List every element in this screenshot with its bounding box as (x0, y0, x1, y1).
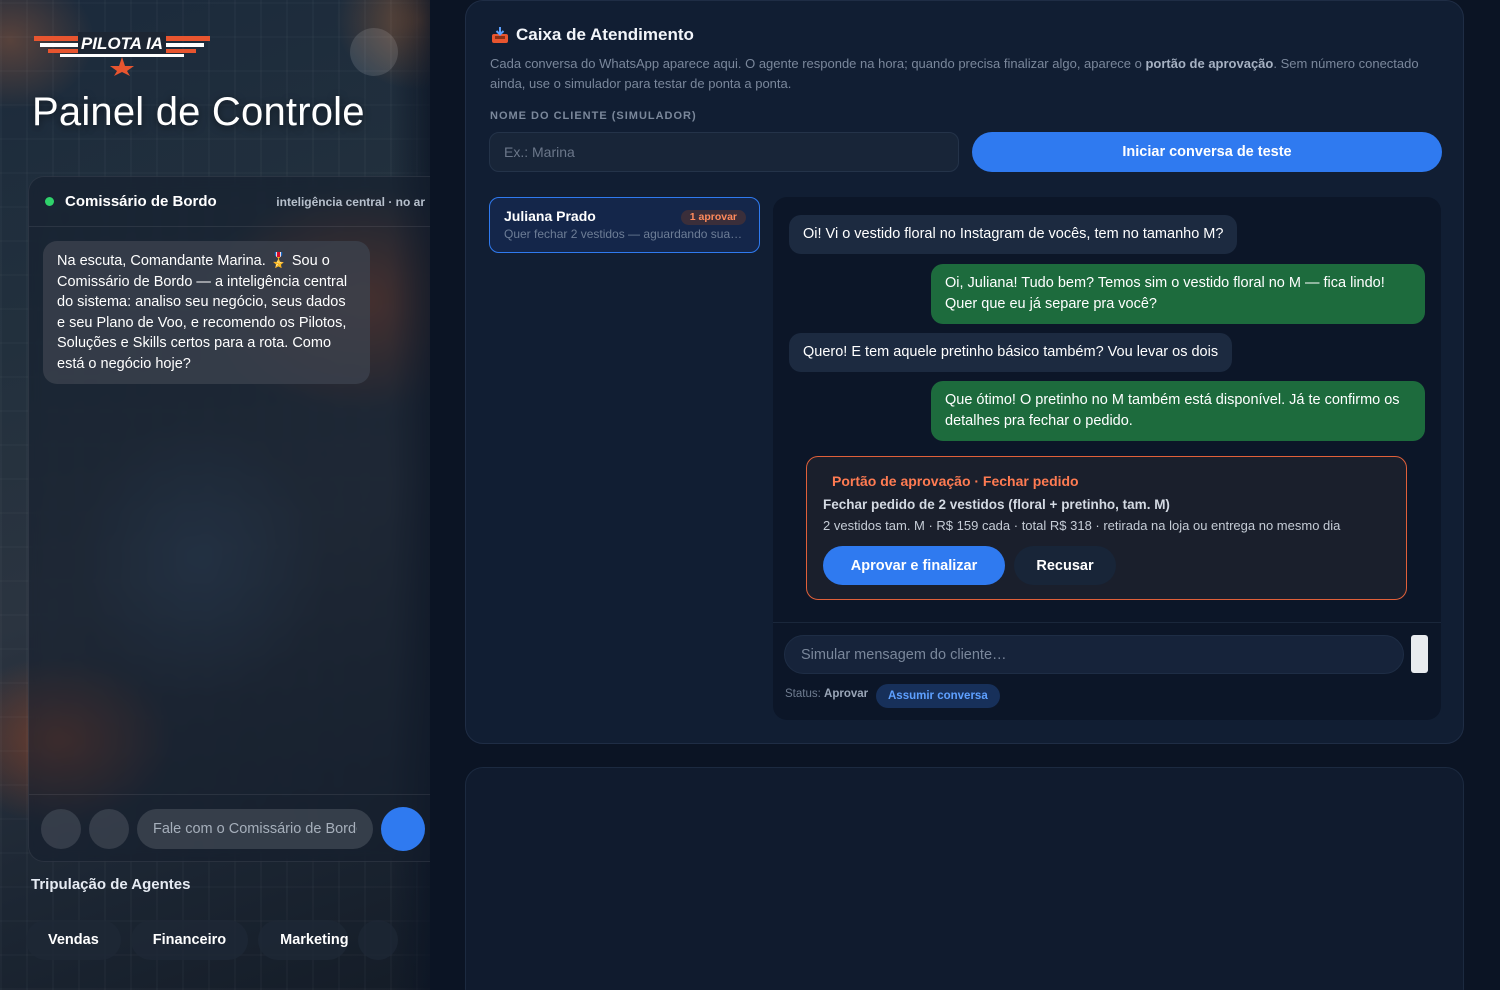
client-message: Oi! Vi o vestido floral no Instagram de … (789, 215, 1238, 254)
microphone-button[interactable] (89, 808, 129, 849)
crew-chips: Vendas Financeiro Marketing (26, 920, 399, 960)
pending-approval-badge: 1 aprovar (680, 210, 746, 225)
inbox-title: Caixa de Atendimento (516, 25, 694, 44)
take-over-button[interactable]: Assumir conversa (876, 684, 1000, 708)
online-status-dot (45, 197, 54, 206)
assistant-name: Comissário de Bordo (65, 193, 217, 210)
assistant-input[interactable] (137, 808, 373, 849)
approve-button[interactable]: Aprovar e finalizar (823, 546, 1005, 585)
conversation-status: Status: Aprovar (785, 688, 869, 700)
simulate-message-input[interactable] (784, 635, 1404, 674)
assistant-message: Na escuta, Comandante Marina. 🎖️ Sou o C… (43, 241, 370, 384)
page-title: Painel de Controle (32, 90, 365, 134)
client-name-input[interactable] (489, 132, 959, 172)
decorative-circle (350, 28, 398, 76)
approval-summary: Fechar pedido de 2 vestidos (floral + pr… (823, 497, 1170, 512)
conversation-item[interactable]: Juliana Prado 1 aprovar Quer fechar 2 ve… (489, 197, 760, 253)
client-message: Quero! E tem aquele pretinho básico tamb… (789, 333, 1233, 372)
agent-message: Que ótimo! O pretinho no M também está d… (931, 381, 1425, 441)
inbox-description: Cada conversa do WhatsApp aparece aqui. … (490, 56, 1419, 91)
assistant-send-button[interactable] (381, 806, 425, 851)
agent-message: Oi, Juliana! Tudo bem? Temos sim o vesti… (931, 264, 1425, 324)
approval-detail: 2 vestidos tam. M · R$ 159 cada · total … (823, 518, 1341, 533)
reject-button[interactable]: Recusar (1014, 546, 1116, 585)
approval-title: Portão de aprovação · Fechar pedido (832, 473, 1079, 489)
pilota-ia-logo: PILOTA IA (34, 32, 210, 76)
assistant-meta: inteligência central · no ar (276, 194, 425, 209)
crew-chip-financeiro[interactable]: Financeiro (130, 920, 249, 960)
approval-gate: Portão de aprovação · Fechar pedido Fech… (806, 456, 1407, 600)
crew-title: Tripulação de Agentes (31, 876, 191, 893)
crew-chip-vendas[interactable]: Vendas (26, 920, 121, 960)
inbox-card: Caixa de Atendimento Cada conversa do Wh… (465, 0, 1464, 744)
assistant-chat-card: Comissário de Bordo inteligência central… (28, 176, 430, 862)
svg-text:PILOTA IA: PILOTA IA (81, 34, 163, 53)
left-panel: PILOTA IA Painel de Controle Comissário … (0, 0, 430, 990)
assistant-input-row (29, 794, 430, 862)
crew-chip-more[interactable] (358, 920, 399, 960)
conversation-preview: Quer fechar 2 vestidos — aguardando sua … (504, 227, 745, 241)
inbox-tray-icon (492, 27, 508, 43)
attach-button[interactable] (41, 808, 81, 849)
crew-chip-marketing[interactable]: Marketing (258, 920, 349, 960)
simulate-send-button[interactable] (1411, 635, 1428, 673)
chat-panel: Oi! Vi o vestido floral no Instagram de … (773, 197, 1441, 720)
start-test-conversation-button[interactable]: Iniciar conversa de teste (972, 132, 1442, 172)
secondary-card (465, 767, 1464, 990)
divider (773, 622, 1441, 623)
assistant-header: Comissário de Bordo inteligência central… (29, 177, 430, 227)
client-name-label: NOME DO CLIENTE (SIMULADOR) (490, 110, 697, 122)
inbox-title-row: Caixa de Atendimento (490, 25, 694, 45)
